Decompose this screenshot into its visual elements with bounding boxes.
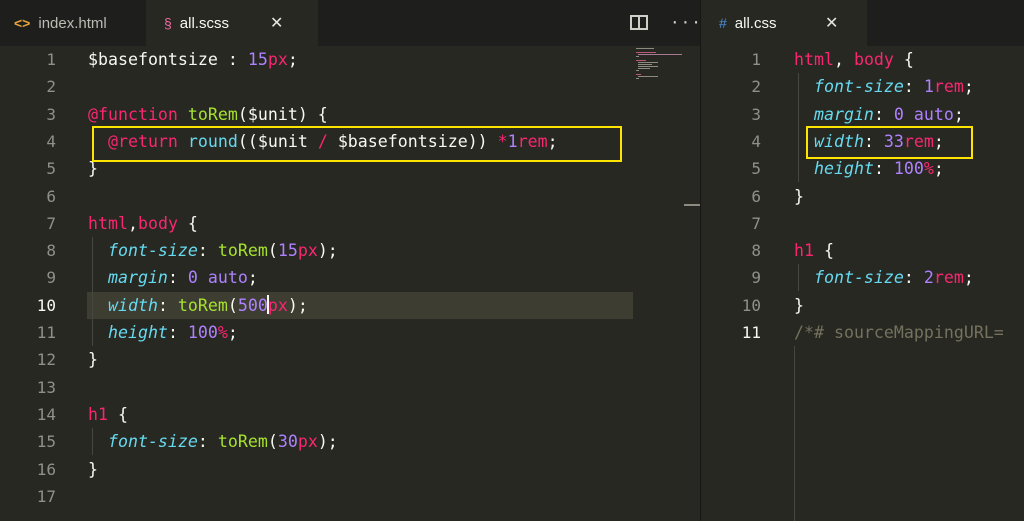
line-number: 2 (751, 77, 761, 97)
code-line: width: toRem(500px); (107, 294, 308, 315)
width-highlight-box (806, 126, 973, 159)
tab-label: all.scss (179, 14, 229, 32)
line-number: 11 (36, 323, 56, 342)
code-line: margin: 0 auto; (107, 268, 258, 288)
code-line: $basefontsize : 15px; (88, 50, 298, 69)
code-line: font-size: toRem(15px); (107, 241, 338, 261)
line-number: 14 (36, 404, 56, 424)
code-line: font-size: 2rem; (813, 268, 974, 288)
tab-all-css[interactable]: # all.css ✕ (701, 0, 867, 46)
code-line: height: 100%; (107, 323, 238, 342)
sass-icon: § (164, 15, 172, 31)
line-number: 10 (741, 295, 761, 315)
code-line: font-size: toRem(30px); (107, 432, 338, 452)
hash-icon: # (719, 15, 727, 31)
indent-guide (794, 346, 795, 521)
tab-label: index.html (38, 14, 107, 32)
indent-guide (798, 73, 799, 182)
line-number: 12 (36, 350, 56, 370)
code-line: margin: 0 auto; (813, 104, 964, 124)
line-number: 6 (751, 186, 761, 206)
line-number: 8 (46, 241, 56, 261)
line-number: 8 (751, 241, 761, 261)
minimap[interactable] (634, 46, 698, 521)
indent-guide (798, 264, 799, 291)
line-number: 3 (46, 104, 56, 124)
line-number: 9 (46, 268, 56, 288)
line-number: 10 (36, 295, 56, 315)
line-number: 16 (36, 459, 56, 479)
scss-editor[interactable]: 1 2 3 4 5 6 7 8 9 10 11 12 13 14 15 16 17 $basefontsize … (0, 46, 700, 521)
split-editor-icon[interactable] (630, 15, 648, 30)
code-line: html,body { (88, 213, 198, 233)
line-number: 7 (46, 213, 56, 233)
code-line: } (794, 295, 804, 315)
code-line: @function toRem($unit) { (88, 104, 328, 124)
line-number: 4 (46, 131, 56, 151)
indent-guide (92, 428, 93, 455)
code-line: html, body { (794, 50, 914, 69)
left-tab-bar: <> index.html § all.scss ✕ ··· (0, 0, 702, 46)
line-number: 6 (46, 186, 56, 206)
code-line: h1 { (88, 404, 128, 424)
code-line: font-size: 1rem; (813, 77, 974, 97)
css-editor[interactable]: 1 2 3 4 5 6 7 8 9 10 11 html, body { font-size: 1r… (701, 46, 1024, 521)
tab-label: all.css (734, 14, 777, 32)
code-line: h1 { (794, 241, 834, 261)
close-icon[interactable]: ✕ (270, 13, 283, 32)
line-number: 11 (741, 323, 761, 342)
line-number: 17 (36, 486, 56, 506)
code-line: /*# sourceMappingURL= (794, 323, 1004, 342)
line-number: 1 (46, 50, 56, 69)
line-number: 1 (751, 50, 761, 69)
code-line: } (88, 350, 98, 370)
code-line: height: 100%; (813, 159, 944, 179)
code-icon: <> (14, 15, 31, 31)
line-number: 5 (751, 159, 761, 179)
ellipsis-icon[interactable]: ··· (670, 13, 702, 32)
line-number: 4 (751, 131, 761, 151)
code-line: } (88, 459, 98, 479)
line-number: 5 (46, 159, 56, 179)
indent-guide (92, 237, 93, 346)
overview-ruler-mark (684, 204, 700, 206)
line-number: 7 (751, 213, 761, 233)
right-tab-bar: # all.css ✕ (701, 0, 1024, 46)
line-number: 3 (751, 104, 761, 124)
line-number: 15 (36, 432, 56, 452)
tab-index-html[interactable]: <> index.html (0, 0, 159, 46)
line-number: 13 (36, 377, 56, 397)
close-icon[interactable]: ✕ (825, 13, 838, 32)
code-line: } (794, 186, 804, 206)
return-highlight-box (92, 126, 622, 162)
tab-all-scss[interactable]: § all.scss ✕ (146, 0, 318, 46)
line-number: 9 (751, 268, 761, 288)
line-number: 2 (46, 77, 56, 97)
